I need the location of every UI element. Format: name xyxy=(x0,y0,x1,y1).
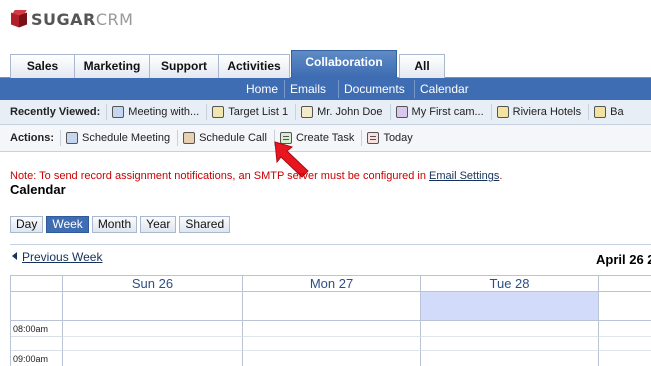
notice-text: Note: To send record assignment notifica… xyxy=(10,170,430,182)
email-settings-link[interactable]: Email Settings xyxy=(429,170,499,182)
grid-corner xyxy=(11,276,63,292)
week-grid: Sun 26 Mon 27 Tue 28 08:00am 09:00am xyxy=(10,275,651,366)
slot-next-0900[interactable] xyxy=(599,351,651,366)
slot-sun-0800[interactable] xyxy=(63,321,243,337)
allday-cell-mon[interactable] xyxy=(243,292,421,321)
slot-sun-0830[interactable] xyxy=(63,337,243,351)
slot-mon-0830[interactable] xyxy=(243,337,421,351)
recently-viewed-bar: Recently Viewed: Meeting with... Target … xyxy=(0,100,651,125)
call-icon xyxy=(183,132,196,144)
tab-all[interactable]: All xyxy=(399,54,445,78)
recent-item-account-2[interactable]: Ba xyxy=(588,104,630,120)
recent-item-meeting[interactable]: Meeting with... xyxy=(106,104,206,120)
actions-label: Actions: xyxy=(10,132,54,144)
previous-week-link[interactable]: Previous Week xyxy=(12,250,102,264)
tab-collaboration[interactable]: Collaboration xyxy=(291,50,397,79)
recent-item-campaign[interactable]: My First cam... xyxy=(389,104,491,120)
schedule-meeting-button[interactable]: Schedule Meeting xyxy=(60,130,177,146)
schedule-call-button[interactable]: Schedule Call xyxy=(177,130,274,146)
subnav-documents[interactable]: Documents xyxy=(338,80,410,98)
subnav-home[interactable]: Home xyxy=(241,80,283,98)
recently-viewed-label: Recently Viewed: xyxy=(10,106,101,118)
sugarcrm-cube-icon xyxy=(11,10,27,28)
current-range-title: April 26 2 xyxy=(596,252,651,267)
meeting-icon xyxy=(112,106,125,118)
recent-item-label: Riviera Hotels xyxy=(512,106,582,118)
allday-cell-sun[interactable] xyxy=(63,292,243,321)
slot-tue-0900[interactable] xyxy=(421,351,599,366)
recent-item-label: Ba xyxy=(610,106,624,118)
tab-support[interactable]: Support xyxy=(149,54,219,78)
calendar-view-switcher: Day Week Month Year Shared xyxy=(10,216,233,233)
slot-tue-0800[interactable] xyxy=(421,321,599,337)
recent-item-contact[interactable]: Mr. John Doe xyxy=(295,104,389,120)
time-half-0830 xyxy=(11,337,63,351)
account-folder-icon xyxy=(496,106,509,118)
logo-wordmark: SUGARCRM xyxy=(31,9,134,29)
slot-mon-0800[interactable] xyxy=(243,321,421,337)
subnav-calendar[interactable]: Calendar xyxy=(414,80,474,98)
module-subnav: Home Emails Documents Calendar xyxy=(0,78,651,100)
slot-next-0830[interactable] xyxy=(599,337,651,351)
chevron-left-icon xyxy=(12,252,17,260)
day-header-sun[interactable]: Sun 26 xyxy=(63,276,243,292)
notice-suffix: . xyxy=(499,170,503,182)
sugarcrm-logo[interactable]: SUGARCRM xyxy=(11,8,133,30)
recent-item-label: Meeting with... xyxy=(128,106,200,118)
slot-sun-0900[interactable] xyxy=(63,351,243,366)
day-header-tue[interactable]: Tue 28 xyxy=(421,276,599,292)
contact-icon xyxy=(301,106,314,118)
view-year-button[interactable]: Year xyxy=(140,216,177,233)
recent-item-target-list[interactable]: Target List 1 xyxy=(206,104,295,120)
day-header-mon[interactable]: Mon 27 xyxy=(243,276,421,292)
previous-week-label: Previous Week xyxy=(22,250,103,264)
tab-marketing[interactable]: Marketing xyxy=(74,54,150,78)
view-month-button[interactable]: Month xyxy=(91,216,138,233)
view-day-button[interactable]: Day xyxy=(10,216,44,233)
slot-next-0800[interactable] xyxy=(599,321,651,337)
target-list-icon xyxy=(212,106,225,118)
view-shared-button[interactable]: Shared xyxy=(179,216,231,233)
slot-mon-0900[interactable] xyxy=(243,351,421,366)
time-label-0900: 09:00am xyxy=(11,351,63,366)
recent-item-label: Mr. John Doe xyxy=(317,106,383,118)
slot-tue-0830[interactable] xyxy=(421,337,599,351)
allday-cell-tue[interactable] xyxy=(421,292,599,321)
module-tab-bar: Sales Marketing Support Activities Colla… xyxy=(0,50,651,79)
campaign-icon xyxy=(395,106,408,118)
account-folder-icon xyxy=(594,106,607,118)
recent-item-label: My First cam... xyxy=(411,106,484,118)
page-title: Calendar xyxy=(10,182,66,197)
tab-sales[interactable]: Sales xyxy=(10,54,75,78)
meeting-icon xyxy=(66,132,78,144)
allday-label-cell xyxy=(11,292,63,321)
today-icon xyxy=(367,132,380,144)
recent-item-label: Target List 1 xyxy=(228,106,289,118)
view-week-button[interactable]: Week xyxy=(46,216,89,233)
smtp-notice: Note: To send record assignment notifica… xyxy=(10,170,502,182)
today-button[interactable]: Today xyxy=(361,130,419,146)
action-label: Schedule Call xyxy=(199,132,267,144)
tab-activities[interactable]: Activities xyxy=(218,54,290,78)
day-header-next[interactable] xyxy=(599,276,651,292)
time-label-0800: 08:00am xyxy=(11,321,63,337)
subnav-emails[interactable]: Emails xyxy=(284,80,331,98)
allday-cell-next[interactable] xyxy=(599,292,651,321)
recent-item-account[interactable]: Riviera Hotels xyxy=(490,104,588,120)
action-label: Schedule Meeting xyxy=(82,132,171,144)
action-label: Today xyxy=(383,132,413,144)
